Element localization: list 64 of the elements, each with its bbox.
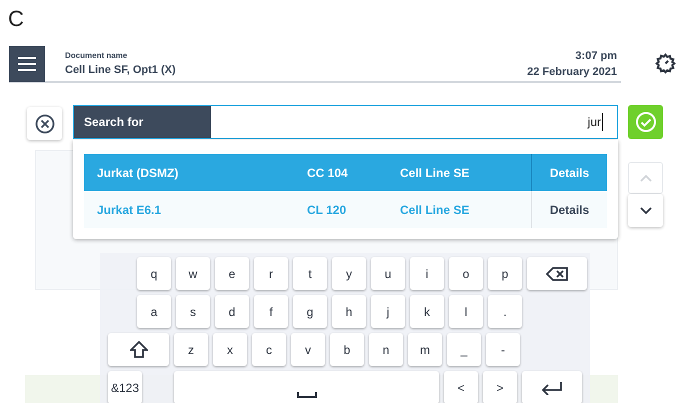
- key[interactable]: w: [176, 257, 210, 290]
- menu-button[interactable]: [9, 46, 45, 82]
- menu-icon: [17, 56, 37, 72]
- result-type: Cell Line SE: [400, 164, 470, 182]
- key[interactable]: x: [213, 333, 247, 366]
- date-text: 22 February 2021: [527, 65, 617, 80]
- key[interactable]: n: [369, 333, 403, 366]
- search-value: jur: [588, 113, 603, 131]
- key[interactable]: u: [371, 257, 405, 290]
- key[interactable]: c: [252, 333, 286, 366]
- search-label: Search for: [74, 106, 211, 138]
- key[interactable]: j: [371, 295, 405, 328]
- search-field[interactable]: Search for jur: [73, 105, 618, 139]
- space-icon: [296, 392, 316, 398]
- key[interactable]: <: [444, 371, 478, 403]
- time-text: 3:07 pm: [575, 48, 617, 64]
- check-circle-icon: [634, 111, 656, 133]
- key[interactable]: e: [215, 257, 249, 290]
- key[interactable]: d: [215, 295, 249, 328]
- result-name: Jurkat (DSMZ): [96, 164, 180, 182]
- key[interactable]: p: [488, 257, 522, 290]
- key[interactable]: v: [291, 333, 325, 366]
- settings-icon[interactable]: [655, 53, 676, 74]
- key[interactable]: a: [137, 295, 171, 328]
- backspace-key[interactable]: [527, 257, 587, 290]
- result-type: Cell Line SE: [400, 202, 470, 218]
- key[interactable]: &123: [108, 371, 142, 403]
- result-row[interactable]: Jurkat E6.1 CL 120 Cell Line SE Details: [84, 191, 607, 228]
- enter-key[interactable]: [522, 371, 582, 403]
- key[interactable]: z: [174, 333, 208, 366]
- panel-label: C: [8, 8, 24, 30]
- key[interactable]: g: [293, 295, 327, 328]
- document-label: Document name: [65, 50, 128, 62]
- key[interactable]: r: [254, 257, 288, 290]
- key[interactable]: m: [408, 333, 442, 366]
- key[interactable]: t: [293, 257, 327, 290]
- close-icon: [34, 114, 54, 134]
- chevron-up-icon: [640, 174, 652, 182]
- shift-key[interactable]: [108, 333, 169, 366]
- scroll-down-button[interactable]: [628, 194, 663, 227]
- result-name: Jurkat E6.1: [96, 202, 162, 218]
- key[interactable]: f: [254, 295, 288, 328]
- key[interactable]: i: [410, 257, 444, 290]
- result-code: CL 120: [307, 202, 348, 218]
- key[interactable]: k: [410, 295, 444, 328]
- shift-icon: [130, 341, 148, 358]
- key[interactable]: -: [486, 333, 520, 366]
- enter-icon: [541, 380, 563, 394]
- key[interactable]: l: [449, 295, 483, 328]
- key[interactable]: >: [483, 371, 517, 403]
- chevron-down-icon: [640, 206, 652, 214]
- key[interactable]: y: [332, 257, 366, 290]
- key[interactable]: h: [332, 295, 366, 328]
- close-button[interactable]: [27, 107, 62, 140]
- document-name: Cell Line SF, Opt1 (X): [65, 62, 176, 78]
- key[interactable]: q: [137, 257, 171, 290]
- key[interactable]: _: [447, 333, 481, 366]
- details-link[interactable]: Details: [531, 191, 607, 228]
- key[interactable]: o: [449, 257, 483, 290]
- key[interactable]: b: [330, 333, 364, 366]
- key[interactable]: s: [176, 295, 210, 328]
- backspace-icon: [546, 266, 568, 280]
- key[interactable]: .: [488, 295, 522, 328]
- result-code: CC 104: [307, 164, 349, 182]
